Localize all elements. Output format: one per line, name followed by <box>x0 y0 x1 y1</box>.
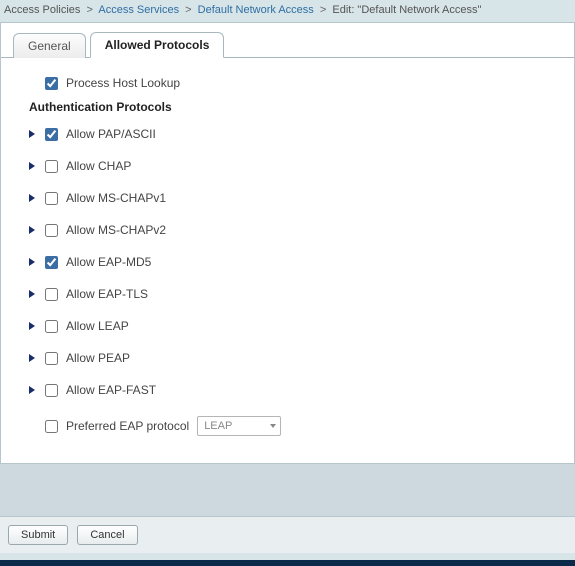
protocol-row-eaptls: Allow EAP-TLS <box>29 278 556 310</box>
protocol-row-leap: Allow LEAP <box>29 310 556 342</box>
expand-icon[interactable] <box>29 290 35 298</box>
expand-icon[interactable] <box>29 130 35 138</box>
allow-mschapv1-label: Allow MS-CHAPv1 <box>66 191 166 205</box>
expand-icon[interactable] <box>29 322 35 330</box>
process-host-lookup-label: Process Host Lookup <box>66 76 180 90</box>
protocol-row-eapmd5: Allow EAP-MD5 <box>29 246 556 278</box>
protocol-row-pap: Allow PAP/ASCII <box>29 118 556 150</box>
breadcrumb-root: Access Policies <box>4 4 80 16</box>
allow-eapfast-checkbox[interactable] <box>45 384 58 397</box>
preferred-eap-select[interactable]: LEAP <box>197 416 281 436</box>
protocol-row-chap: Allow CHAP <box>29 150 556 182</box>
allow-leap-label: Allow LEAP <box>66 319 129 333</box>
allow-mschapv1-checkbox[interactable] <box>45 192 58 205</box>
allow-pap-checkbox[interactable] <box>45 128 58 141</box>
allow-peap-checkbox[interactable] <box>45 352 58 365</box>
gap <box>0 464 575 516</box>
allow-chap-checkbox[interactable] <box>45 160 58 173</box>
expand-icon[interactable] <box>29 226 35 234</box>
process-host-lookup-checkbox[interactable] <box>45 77 58 90</box>
expand-icon[interactable] <box>29 194 35 202</box>
allow-eaptls-label: Allow EAP-TLS <box>66 287 148 301</box>
protocol-row-mschapv2: Allow MS-CHAPv2 <box>29 214 556 246</box>
allow-mschapv2-checkbox[interactable] <box>45 224 58 237</box>
breadcrumb-sep: > <box>317 4 329 16</box>
submit-button[interactable]: Submit <box>8 525 68 545</box>
preferred-eap-row: Preferred EAP protocol LEAP <box>29 406 556 436</box>
breadcrumb-sep: > <box>83 4 95 16</box>
allow-mschapv2-label: Allow MS-CHAPv2 <box>66 223 166 237</box>
expand-icon[interactable] <box>29 354 35 362</box>
bottom-strip <box>0 560 575 566</box>
allow-peap-label: Allow PEAP <box>66 351 130 365</box>
breadcrumb-link-default-network-access[interactable]: Default Network Access <box>198 4 314 16</box>
allow-leap-checkbox[interactable] <box>45 320 58 333</box>
section-title-auth-protocols: Authentication Protocols <box>29 96 556 118</box>
footer-bar: Submit Cancel <box>0 516 575 553</box>
tab-general[interactable]: General <box>13 33 86 58</box>
breadcrumb-sep: > <box>182 4 194 16</box>
breadcrumb-current: Edit: "Default Network Access" <box>332 4 481 16</box>
breadcrumb-link-access-services[interactable]: Access Services <box>98 4 179 16</box>
allow-eapfast-label: Allow EAP-FAST <box>66 383 156 397</box>
protocol-row-eapfast: Allow EAP-FAST <box>29 374 556 406</box>
allow-eapmd5-checkbox[interactable] <box>45 256 58 269</box>
expand-icon[interactable] <box>29 258 35 266</box>
protocol-row-mschapv1: Allow MS-CHAPv1 <box>29 182 556 214</box>
expand-icon[interactable] <box>29 162 35 170</box>
expand-icon[interactable] <box>29 386 35 394</box>
allow-eapmd5-label: Allow EAP-MD5 <box>66 255 151 269</box>
cancel-button[interactable]: Cancel <box>77 525 137 545</box>
breadcrumb: Access Policies > Access Services > Defa… <box>0 0 575 22</box>
preferred-eap-label: Preferred EAP protocol <box>66 419 189 433</box>
allow-chap-label: Allow CHAP <box>66 159 131 173</box>
process-host-lookup-row: Process Host Lookup <box>29 70 556 96</box>
preferred-eap-checkbox[interactable] <box>45 420 58 433</box>
chevron-down-icon <box>270 424 276 428</box>
allow-pap-label: Allow PAP/ASCII <box>66 127 156 141</box>
panel: General Allowed Protocols Process Host L… <box>0 22 575 464</box>
allow-eaptls-checkbox[interactable] <box>45 288 58 301</box>
preferred-eap-select-value: LEAP <box>204 420 232 432</box>
tab-content: Process Host Lookup Authentication Proto… <box>1 58 574 456</box>
protocol-row-peap: Allow PEAP <box>29 342 556 374</box>
tab-allowed-protocols[interactable]: Allowed Protocols <box>90 32 225 58</box>
tab-bar: General Allowed Protocols <box>1 23 574 57</box>
